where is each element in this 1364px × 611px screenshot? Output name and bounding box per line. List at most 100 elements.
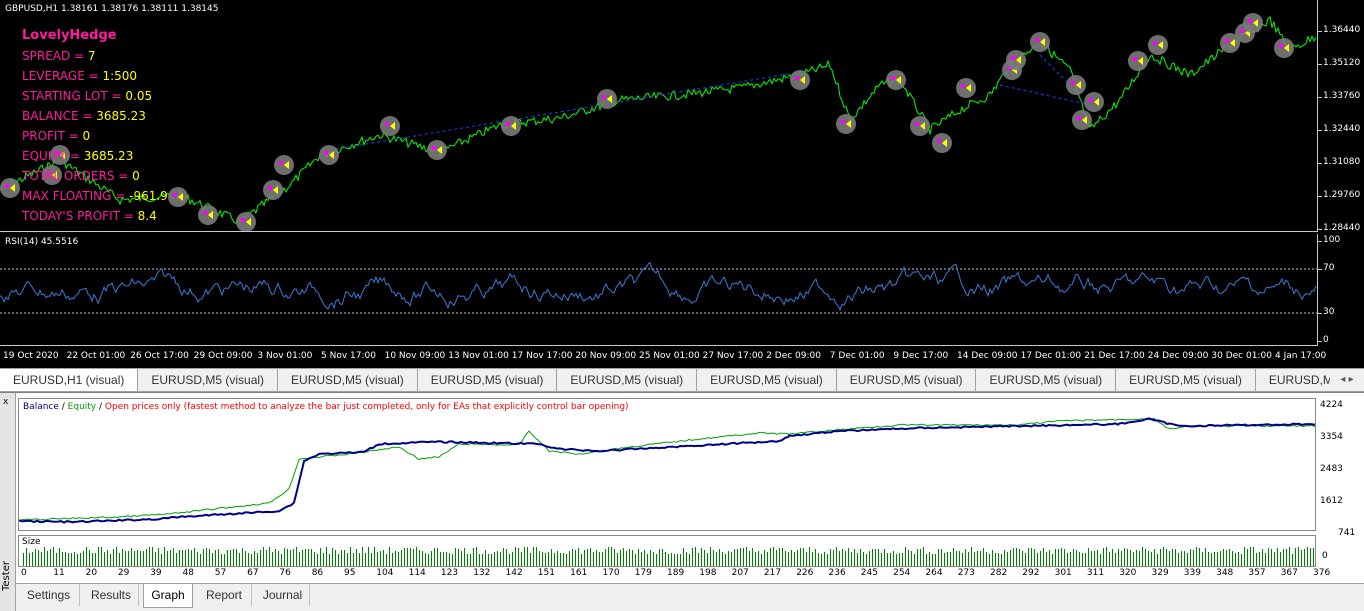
trade-marker-icon[interactable] bbox=[319, 145, 339, 165]
size-bar bbox=[524, 547, 525, 566]
size-bar bbox=[170, 550, 171, 566]
close-icon[interactable]: x bbox=[3, 397, 8, 407]
size-bar bbox=[1001, 554, 1002, 566]
size-bar bbox=[254, 551, 255, 566]
size-bar bbox=[683, 548, 684, 566]
trade-marker-icon[interactable] bbox=[274, 155, 294, 175]
trade-marker-icon[interactable] bbox=[1084, 92, 1104, 112]
trade-marker-icon[interactable] bbox=[236, 212, 256, 232]
price-axis-tick bbox=[1318, 97, 1322, 98]
size-bar bbox=[584, 550, 585, 566]
info-row: TOTAL ORDERS = 0 bbox=[22, 166, 168, 186]
info-key: TODAY'S PROFIT = bbox=[22, 209, 138, 223]
size-bar bbox=[62, 552, 63, 566]
size-bar bbox=[467, 554, 468, 566]
trade-marker-icon[interactable] bbox=[1243, 13, 1263, 33]
chart-tab[interactable]: EURUSD,M5 (visual) bbox=[138, 369, 279, 391]
size-bar bbox=[191, 550, 192, 566]
size-bar bbox=[500, 552, 501, 566]
size-bar bbox=[1277, 548, 1278, 566]
trade-marker-icon[interactable] bbox=[1072, 110, 1092, 130]
trade-marker-icon[interactable] bbox=[168, 187, 188, 207]
trade-marker-icon[interactable] bbox=[836, 114, 856, 134]
trade-marker-icon[interactable] bbox=[1030, 32, 1050, 52]
trade-marker-icon[interactable] bbox=[1148, 35, 1168, 55]
chart-tab[interactable]: EURUSD,M5 (visual) bbox=[837, 369, 977, 391]
trade-marker-icon[interactable] bbox=[932, 133, 952, 153]
chart-tab[interactable]: EURUSD,M5 (visual) bbox=[557, 369, 698, 391]
trade-marker-icon[interactable] bbox=[886, 70, 906, 90]
size-bar bbox=[227, 550, 228, 566]
trade-marker-icon[interactable] bbox=[1274, 38, 1294, 58]
trade-marker-icon[interactable] bbox=[1128, 51, 1148, 71]
trade-marker-icon[interactable] bbox=[790, 70, 810, 90]
chart-tab[interactable]: EURUSD,M5 (visual) bbox=[697, 369, 837, 391]
chart-tab[interactable]: EURUSD,M5 (visual) bbox=[1116, 369, 1256, 391]
size-bar bbox=[257, 553, 258, 566]
trade-marker-icon[interactable] bbox=[910, 116, 930, 136]
tester-tab-graph[interactable]: Graph bbox=[143, 584, 193, 608]
size-bar bbox=[869, 551, 870, 566]
chart-tab[interactable]: EURUSD,H1 (visual) bbox=[0, 369, 139, 391]
size-bar bbox=[533, 547, 534, 566]
price-axis-label: 1.29760 bbox=[1323, 190, 1361, 200]
size-bars bbox=[23, 547, 1314, 566]
size-bar bbox=[767, 552, 768, 566]
size-bar bbox=[1127, 549, 1128, 566]
rsi-axis-label: 100 bbox=[1323, 235, 1341, 245]
chart-tab[interactable]: EURUSD,M5 (visual) bbox=[976, 369, 1117, 391]
size-bar bbox=[224, 554, 225, 566]
balance-graph[interactable]: Balance / Equity / Open prices only (fas… bbox=[18, 398, 1316, 531]
trade-marker-icon[interactable] bbox=[263, 180, 283, 200]
graph-legend: Balance / Equity / Open prices only (fas… bbox=[23, 402, 629, 412]
time-axis-label: 10 Nov 09:00 bbox=[384, 351, 446, 361]
trade-marker-icon[interactable] bbox=[501, 116, 521, 136]
terminal-window: GBPUSD,H1 1.38161 1.38176 1.38111 1.3814… bbox=[0, 0, 1364, 611]
rsi-pane[interactable]: RSI(14) 45.5516 bbox=[0, 234, 1318, 346]
trade-marker-icon[interactable] bbox=[0, 178, 20, 198]
chart-tab[interactable]: EURUSD,M5 (visual) bbox=[278, 369, 418, 391]
size-bar bbox=[128, 551, 129, 566]
price-chart bbox=[0, 13, 1317, 232]
trade-marker-icon[interactable] bbox=[597, 89, 617, 109]
size-bar bbox=[71, 553, 72, 566]
chart-window[interactable]: GBPUSD,H1 1.38161 1.38176 1.38111 1.3814… bbox=[0, 0, 1364, 368]
size-bar bbox=[35, 549, 36, 566]
size-bar bbox=[743, 548, 744, 566]
rsi-axis-tick bbox=[1318, 269, 1322, 270]
size-bar bbox=[473, 548, 474, 566]
size-bar bbox=[485, 550, 486, 566]
tab-scroll-arrows-icon[interactable]: ◂ ▸ bbox=[1330, 370, 1364, 391]
trade-marker-icon[interactable] bbox=[1066, 75, 1086, 95]
info-row: LEVERAGE = 1:500 bbox=[22, 66, 168, 86]
time-axis-label: 9 Dec 17:00 bbox=[893, 351, 949, 361]
price-pane[interactable]: GBPUSD,H1 1.38161 1.38176 1.38111 1.3814… bbox=[0, 0, 1318, 232]
size-bar bbox=[146, 549, 147, 566]
size-bar bbox=[917, 549, 918, 566]
size-bar bbox=[1235, 553, 1236, 566]
size-bar bbox=[701, 548, 702, 566]
tester-tab-results[interactable]: Results bbox=[84, 584, 139, 606]
size-bar bbox=[377, 552, 378, 566]
tester-tab-journal[interactable]: Journal bbox=[256, 584, 310, 606]
size-bar bbox=[23, 553, 24, 566]
size-bar bbox=[1205, 548, 1206, 566]
info-value: 0.05 bbox=[125, 89, 153, 103]
trade-marker-icon[interactable] bbox=[198, 205, 218, 225]
tester-tab-settings[interactable]: Settings bbox=[18, 584, 80, 606]
trade-marker-icon[interactable] bbox=[427, 140, 447, 160]
chart-tab[interactable]: EURUSD,M5 (visual) bbox=[418, 369, 558, 391]
size-bar bbox=[92, 553, 93, 566]
size-bar bbox=[890, 553, 891, 566]
trade-marker-icon[interactable] bbox=[1006, 50, 1026, 70]
tester-tab-report[interactable]: Report bbox=[197, 584, 252, 606]
info-value: 3685.23 bbox=[96, 109, 146, 123]
size-bar bbox=[260, 550, 261, 566]
size-bar bbox=[944, 553, 945, 566]
size-bar bbox=[275, 549, 276, 566]
size-bar bbox=[440, 552, 441, 566]
trade-marker-icon[interactable] bbox=[380, 116, 400, 136]
trade-marker-icon[interactable] bbox=[956, 78, 976, 98]
equity-line bbox=[19, 417, 1315, 521]
graph-x-label: 339 bbox=[1183, 568, 1201, 578]
